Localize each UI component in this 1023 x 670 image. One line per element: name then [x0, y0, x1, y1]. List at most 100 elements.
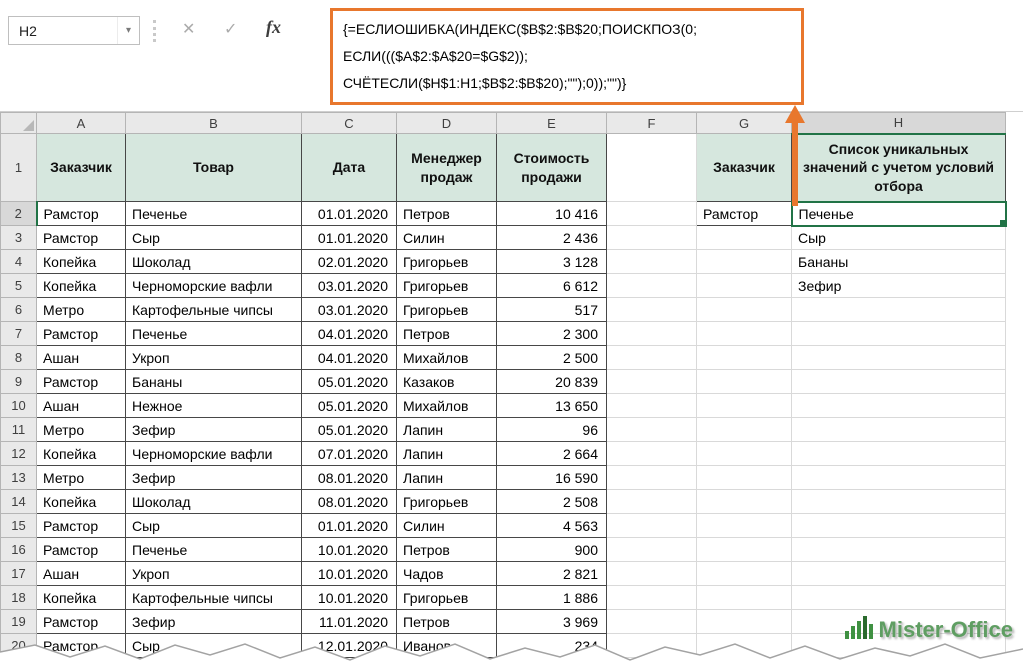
cell-product[interactable]: Шоколад — [126, 490, 302, 514]
cell-date[interactable]: 03.01.2020 — [302, 274, 397, 298]
col-header-g[interactable]: G — [697, 113, 792, 134]
header-criteria[interactable]: Заказчик — [697, 134, 792, 202]
cell-date[interactable]: 10.01.2020 — [302, 562, 397, 586]
cell-result[interactable]: Сыр — [792, 226, 1006, 250]
cell-amount[interactable]: 2 300 — [497, 322, 607, 346]
cell-empty[interactable] — [607, 370, 697, 394]
cell-manager[interactable]: Петров — [397, 322, 497, 346]
row-header[interactable]: 5 — [1, 274, 37, 298]
cell-amount[interactable]: 2 508 — [497, 490, 607, 514]
cell-customer[interactable]: Метро — [37, 466, 126, 490]
cell-result[interactable] — [792, 466, 1006, 490]
cell-customer[interactable]: Рамстор — [37, 610, 126, 634]
cell-manager[interactable]: Петров — [397, 610, 497, 634]
cell-criteria[interactable] — [697, 394, 792, 418]
cell-amount[interactable]: 6 612 — [497, 274, 607, 298]
cell-amount[interactable]: 2 821 — [497, 562, 607, 586]
cell-amount[interactable]: 2 664 — [497, 442, 607, 466]
cell-amount[interactable]: 2 500 — [497, 346, 607, 370]
cell-criteria[interactable] — [697, 298, 792, 322]
cell-criteria[interactable] — [697, 418, 792, 442]
cell-product[interactable]: Печенье — [126, 202, 302, 226]
cell-date[interactable]: 08.01.2020 — [302, 466, 397, 490]
cell-customer[interactable]: Копейка — [37, 442, 126, 466]
cell-product[interactable]: Черноморские вафли — [126, 442, 302, 466]
cell-customer[interactable]: Рамстор — [37, 322, 126, 346]
cell-customer[interactable]: Копейка — [37, 586, 126, 610]
cell-date[interactable]: 04.01.2020 — [302, 322, 397, 346]
cell-manager[interactable]: Силин — [397, 514, 497, 538]
cell-empty[interactable] — [607, 442, 697, 466]
cell-manager[interactable]: Силин — [397, 226, 497, 250]
cell-date[interactable]: 04.01.2020 — [302, 346, 397, 370]
cell-date[interactable]: 10.01.2020 — [302, 538, 397, 562]
row-header[interactable]: 10 — [1, 394, 37, 418]
cell-criteria[interactable] — [697, 586, 792, 610]
cell-product[interactable]: Черноморские вафли — [126, 274, 302, 298]
cell-criteria[interactable] — [697, 274, 792, 298]
cell-amount[interactable]: 1 886 — [497, 586, 607, 610]
cell-product[interactable]: Картофельные чипсы — [126, 298, 302, 322]
cell-product[interactable]: Печенье — [126, 538, 302, 562]
cell-result[interactable]: Бананы — [792, 250, 1006, 274]
cell-date[interactable]: 05.01.2020 — [302, 418, 397, 442]
col-header-f[interactable]: F — [607, 113, 697, 134]
cell-amount[interactable]: 2 436 — [497, 226, 607, 250]
insert-function-icon[interactable]: fx — [266, 17, 281, 38]
col-header-h[interactable]: H — [792, 113, 1006, 134]
header-date[interactable]: Дата — [302, 134, 397, 202]
header-amount[interactable]: Стоимость продажи — [497, 134, 607, 202]
header-result-list[interactable]: Список уникальных значений с учетом усло… — [792, 134, 1006, 202]
cell-amount[interactable]: 3 128 — [497, 250, 607, 274]
cell-result[interactable] — [792, 562, 1006, 586]
cell-empty[interactable] — [607, 274, 697, 298]
cell-criteria[interactable] — [697, 442, 792, 466]
cell-date[interactable]: 07.01.2020 — [302, 442, 397, 466]
header-manager[interactable]: Менеджер продаж — [397, 134, 497, 202]
cell-date[interactable]: 03.01.2020 — [302, 298, 397, 322]
cell-result[interactable]: Зефир — [792, 274, 1006, 298]
cell-empty[interactable] — [607, 466, 697, 490]
cell-date[interactable]: 08.01.2020 — [302, 490, 397, 514]
cell-result[interactable] — [792, 538, 1006, 562]
row-header[interactable]: 14 — [1, 490, 37, 514]
cell-amount[interactable]: 517 — [497, 298, 607, 322]
cell-customer[interactable]: Рамстор — [37, 226, 126, 250]
cell-manager[interactable]: Лапин — [397, 418, 497, 442]
cell-product[interactable]: Сыр — [126, 226, 302, 250]
cell-amount[interactable]: 4 563 — [497, 514, 607, 538]
row-header[interactable]: 6 — [1, 298, 37, 322]
cell-date[interactable]: 01.01.2020 — [302, 226, 397, 250]
cell-manager[interactable]: Лапин — [397, 442, 497, 466]
row-header[interactable]: 15 — [1, 514, 37, 538]
cell-criteria[interactable]: Рамстор — [697, 202, 792, 226]
cell-empty[interactable] — [607, 490, 697, 514]
row-header[interactable]: 8 — [1, 346, 37, 370]
cell-amount[interactable]: 900 — [497, 538, 607, 562]
cell-amount[interactable]: 16 590 — [497, 466, 607, 490]
cell-amount[interactable]: 96 — [497, 418, 607, 442]
cell-customer[interactable]: Метро — [37, 298, 126, 322]
cell-empty[interactable] — [607, 250, 697, 274]
cell-criteria[interactable] — [697, 346, 792, 370]
col-header-d[interactable]: D — [397, 113, 497, 134]
select-all-corner[interactable] — [1, 113, 37, 134]
row-header[interactable]: 11 — [1, 418, 37, 442]
cell-date[interactable]: 01.01.2020 — [302, 202, 397, 226]
cell-result[interactable] — [792, 298, 1006, 322]
row-header[interactable]: 4 — [1, 250, 37, 274]
cell-customer[interactable]: Рамстор — [37, 514, 126, 538]
cell-manager[interactable]: Лапин — [397, 466, 497, 490]
cell-customer[interactable]: Ашан — [37, 394, 126, 418]
cell-customer[interactable]: Рамстор — [37, 202, 126, 226]
header-product[interactable]: Товар — [126, 134, 302, 202]
cell-product[interactable]: Печенье — [126, 322, 302, 346]
cell-product[interactable]: Укроп — [126, 562, 302, 586]
cell-manager[interactable]: Михайлов — [397, 346, 497, 370]
row-header[interactable]: 18 — [1, 586, 37, 610]
cell-amount[interactable]: 10 416 — [497, 202, 607, 226]
col-header-a[interactable]: A — [37, 113, 126, 134]
col-header-b[interactable]: B — [126, 113, 302, 134]
cell-amount[interactable]: 20 839 — [497, 370, 607, 394]
cell-product[interactable]: Бананы — [126, 370, 302, 394]
